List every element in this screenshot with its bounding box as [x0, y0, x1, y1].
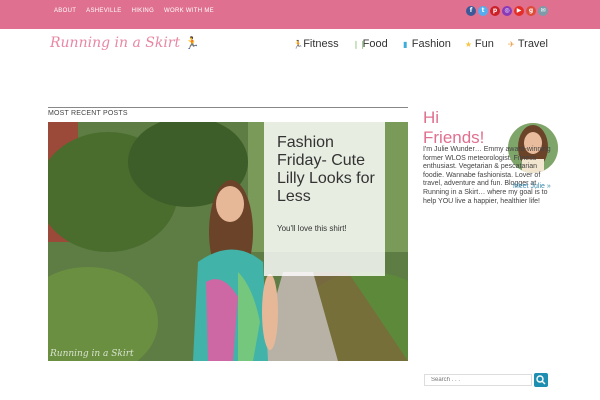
fashion-icon: ▮ [403, 39, 408, 49]
nav-item-food[interactable]: ❘❘ Food [353, 38, 388, 50]
logo-text: Running in a Skirt [50, 35, 181, 51]
section-title: MOST RECENT POSTS [48, 110, 128, 117]
top-nav-hiking[interactable]: HIKING [132, 8, 154, 14]
nav-item-label: Fun [474, 38, 494, 50]
twitter-icon[interactable]: t [478, 6, 488, 16]
travel-icon: ✈ [507, 39, 515, 49]
social-icons: f t p ◎ ▶ g ✉ [466, 6, 548, 16]
top-nav-asheville[interactable]: ASHEVILLE [86, 8, 121, 14]
nav-item-label: Fashion [411, 38, 451, 50]
email-icon[interactable]: ✉ [538, 6, 548, 16]
nav-item-label: Travel [517, 38, 548, 50]
nav-item-fashion[interactable]: ▮ Fashion [402, 38, 451, 50]
sidebar-greeting: Hi Friends! [423, 108, 485, 147]
featured-overlay: Fashion Friday- Cute Lilly Looks for Les… [264, 122, 385, 276]
nav-item-label: Food [362, 38, 388, 50]
nav-item-fun[interactable]: ★ Fun [465, 38, 494, 50]
runner-icon: 🏃 [184, 36, 200, 50]
top-nav-work-with-me[interactable]: WORK WITH ME [164, 8, 214, 14]
featured-post[interactable]: Fashion Friday- Cute Lilly Looks for Les… [48, 122, 408, 361]
food-icon: ❘❘ [352, 39, 367, 49]
facebook-icon[interactable]: f [466, 6, 476, 16]
top-nav-about[interactable]: ABOUT [54, 8, 76, 14]
nav-item-fitness[interactable]: 🏃 Fitness [293, 38, 338, 50]
fitness-icon: 🏃 [293, 39, 304, 49]
instagram-icon[interactable]: ◎ [502, 6, 512, 16]
search-input[interactable] [424, 374, 532, 386]
meet-julie-link[interactable]: Meet Julie » [513, 183, 551, 190]
nav-item-label: Fitness [303, 38, 339, 50]
featured-subtitle: You'll love this shirt! [277, 224, 347, 233]
googleplus-icon[interactable]: g [526, 6, 536, 16]
search-icon [536, 375, 546, 385]
sidebar-bio: I'm Julie Wunder… Emmy award-winning for… [423, 146, 551, 205]
search-button[interactable] [534, 373, 548, 387]
youtube-icon[interactable]: ▶ [514, 6, 524, 16]
nav-item-travel[interactable]: ✈ Travel [508, 38, 548, 50]
featured-title[interactable]: Fashion Friday- Cute Lilly Looks for Les… [277, 134, 381, 206]
site-logo[interactable]: Running in a Skirt 🏃 [50, 35, 200, 51]
top-bar: ABOUT ASHEVILLE HIKING WORK WITH ME f t p ◎… [0, 0, 600, 29]
fun-icon: ★ [464, 39, 473, 49]
pinterest-icon[interactable]: p [490, 6, 500, 16]
section-divider [48, 107, 408, 108]
main-nav: 🏃 Fitness ❘❘ Food ▮ Fashion ★ Fun ✈ Travel [293, 38, 548, 50]
top-nav: ABOUT ASHEVILLE HIKING WORK WITH ME [54, 8, 214, 14]
photo-watermark: Running in a Skirt [50, 349, 134, 359]
